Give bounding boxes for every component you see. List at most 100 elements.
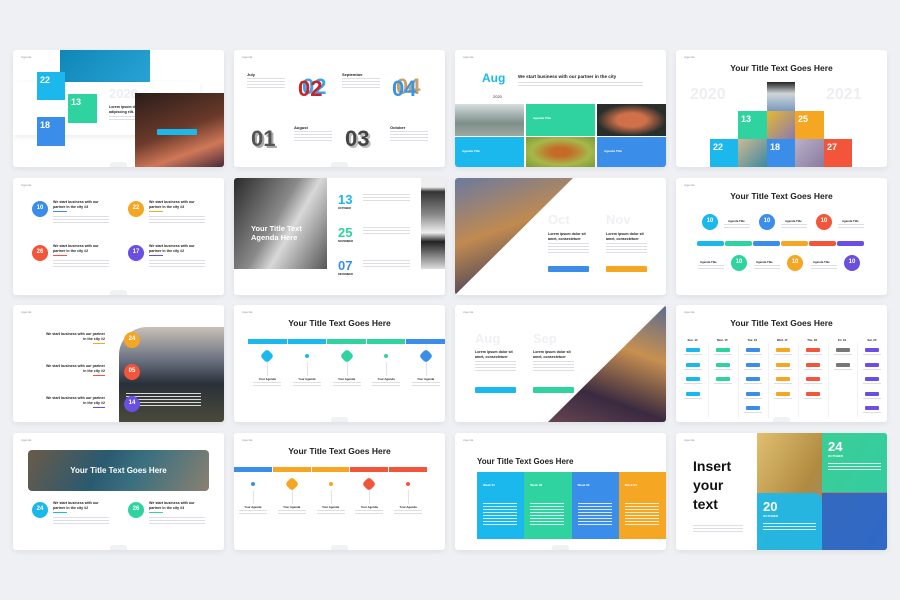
slide-2[interactable]: Agenda July September August October 02 …	[234, 50, 445, 167]
agenda-chip[interactable]	[805, 362, 820, 367]
agenda-chip[interactable]	[865, 406, 880, 410]
agenda-chip[interactable]	[715, 362, 730, 367]
month-july: July	[247, 72, 256, 77]
date-tab[interactable]	[248, 339, 287, 344]
agenda-body	[838, 224, 864, 230]
agenda-chip[interactable]	[805, 348, 820, 352]
slide-13[interactable]: Agenda Your Title Text Goes Here 24 We st…	[13, 433, 224, 550]
agenda-chip[interactable]	[715, 348, 730, 352]
agenda-chip[interactable]	[805, 391, 820, 396]
agenda-chip[interactable]	[775, 362, 790, 367]
agenda-chip[interactable]	[686, 348, 700, 352]
item-heading: We start business with our partner in th…	[53, 200, 99, 209]
agenda-title: Agenda Title	[700, 260, 717, 264]
chip-text	[773, 368, 792, 371]
date-tab[interactable]	[234, 467, 272, 472]
date-tab[interactable]	[272, 467, 311, 472]
slide-7[interactable]: Oct Nov Lorem ipsum dolor sit amet, cons…	[455, 178, 666, 295]
agenda-chip[interactable]	[745, 362, 760, 367]
agenda-label: Agenda	[21, 310, 32, 314]
number-circle: 10	[702, 214, 718, 230]
stem-line	[252, 490, 254, 504]
week-label: Week 02	[530, 483, 543, 487]
agenda-chip[interactable]	[865, 391, 880, 396]
photo	[767, 111, 795, 139]
number-circle: 10	[731, 255, 747, 271]
agenda-chip[interactable]	[865, 362, 880, 367]
date-tab[interactable]	[406, 339, 445, 344]
stem-line	[369, 490, 371, 504]
number-circle: 10	[787, 255, 803, 271]
agenda-chip[interactable]	[775, 391, 790, 396]
agenda-chip[interactable]	[835, 362, 850, 367]
slide-5[interactable]: Agenda 10 We start business with our part…	[13, 178, 224, 295]
date-tab[interactable]	[389, 467, 427, 472]
agenda-tile: Agenda Title	[455, 137, 524, 167]
item-heading: We start business with our partner in th…	[45, 332, 105, 341]
agenda-chip[interactable]	[805, 377, 820, 381]
agenda-label: Your Agenda	[399, 505, 417, 509]
cyan-button[interactable]	[475, 387, 516, 393]
slide-15[interactable]: Agenda Your Title Text Goes Here Week 01…	[455, 433, 666, 550]
stem-line	[330, 490, 332, 504]
body-text	[475, 361, 516, 373]
body-text	[606, 243, 647, 255]
stem-line	[291, 490, 293, 504]
date-box: 22	[710, 139, 738, 167]
timeline-segment	[837, 241, 864, 246]
agenda-chip[interactable]	[775, 348, 790, 352]
date-tab[interactable]	[366, 339, 406, 344]
date-circle: 10	[32, 201, 48, 217]
agenda-label: Your Agenda	[417, 377, 435, 381]
agenda-chip[interactable]	[865, 377, 880, 381]
slide-10[interactable]: Agenda Your Title Text Goes Here Your Ag…	[234, 305, 445, 422]
agenda-body	[372, 382, 401, 388]
slide-9[interactable]: Agenda We start business with our partne…	[13, 305, 224, 422]
agenda-chip[interactable]	[835, 348, 850, 352]
slide-4[interactable]: Agenda Your Title Text Goes Here 2020 20…	[676, 50, 887, 167]
green-button[interactable]	[533, 387, 574, 393]
slide-3[interactable]: Agenda Aug 2020 We start business with o…	[455, 50, 666, 167]
agenda-chip[interactable]	[686, 362, 700, 367]
date-tab[interactable]	[327, 339, 366, 344]
phone-photo	[767, 82, 795, 111]
agenda-label: Agenda	[242, 310, 253, 314]
agenda-chip[interactable]	[775, 377, 790, 381]
slide-8[interactable]: Agenda Your Title Text Goes Here 10 Agend…	[676, 178, 887, 295]
agenda-chip[interactable]	[745, 377, 760, 381]
cyan-button[interactable]	[157, 129, 197, 135]
slide-14[interactable]: Agenda Your Title Text Goes Here Your Ag…	[234, 433, 445, 550]
agenda-chip[interactable]	[745, 406, 760, 410]
item-heading: We start business with our partner in th…	[45, 364, 105, 373]
slide-12[interactable]: Agenda Your Title Text Goes Here Sun. 14…	[676, 305, 887, 422]
day-header: Thu. 18	[807, 338, 817, 342]
week-body	[483, 503, 517, 527]
slide-6[interactable]: Your Title Text Agenda Here 13 OCTOBER 25 N…	[234, 178, 445, 295]
orange-button[interactable]	[606, 266, 647, 272]
agenda-chip[interactable]	[715, 377, 730, 381]
blue-button[interactable]	[548, 266, 589, 272]
agenda-chip[interactable]	[745, 391, 760, 396]
date-tab[interactable]	[311, 467, 350, 472]
agenda-chip[interactable]	[686, 391, 700, 396]
agenda-chip[interactable]	[745, 348, 760, 352]
date-tab[interactable]	[287, 339, 327, 344]
slide-1[interactable]: Agenda 2020 Lorem ipsum dolor sit amet, …	[13, 50, 224, 167]
agenda-chip[interactable]	[865, 348, 880, 352]
slide-11[interactable]: Agenda Aug Sep Lorem ipsum dolor sit ame…	[455, 305, 666, 422]
body-text	[518, 82, 643, 87]
slide-16[interactable]: Agenda Insert your text 24 OCTOBER 20 OCTO…	[676, 433, 887, 550]
agenda-chip[interactable]	[686, 377, 700, 381]
date-tab[interactable]	[350, 467, 389, 472]
number-01: 01	[251, 126, 276, 151]
item-heading: We start business with our partner in th…	[45, 396, 105, 405]
date-circle: 17	[128, 245, 144, 261]
agenda-dot	[406, 482, 411, 486]
heading: Lorem ipsum dolor sit amet, consectetuer	[475, 350, 513, 359]
month-october: October	[390, 125, 406, 130]
time-range	[93, 375, 105, 376]
chip-text	[684, 354, 702, 356]
agenda-body	[316, 510, 345, 516]
day-header: Mon. 15	[717, 338, 728, 342]
number-03: 03	[345, 126, 370, 151]
